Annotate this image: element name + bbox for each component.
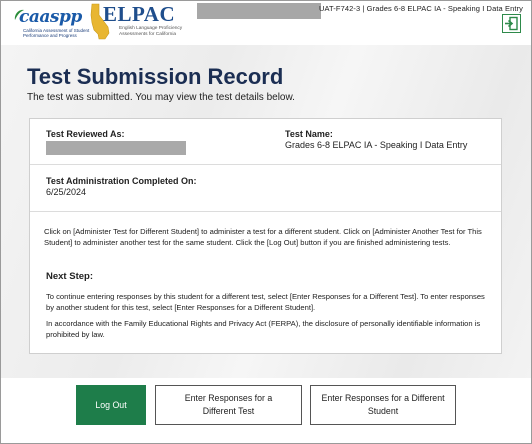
exit-door-icon (505, 16, 518, 31)
logout-button[interactable]: Log Out (76, 385, 146, 425)
admin-completed-value: 6/25/2024 (46, 187, 87, 197)
page-subtitle: The test was submitted. You may view the… (27, 92, 295, 103)
ferpa-notice: In accordance with the Family Educationa… (46, 319, 481, 339)
administration-row: Test Administration Completed On: 6/25/2… (30, 165, 501, 212)
elpac-logo-text: ELPAC (103, 2, 176, 26)
enter-responses-different-test-label: Enter Responses for a Different Test (184, 393, 273, 416)
redacted-reviewer-name (46, 141, 186, 155)
admin-completed-label: Test Administration Completed On: (46, 176, 197, 186)
enter-responses-different-student-label: Enter Responses for a Different Student (321, 393, 445, 416)
test-name-value: Grades 6-8 ELPAC IA - Speaking I Data En… (285, 140, 468, 150)
caaspp-logo-text: caaspp (19, 7, 82, 27)
next-step-heading: Next Step: (46, 271, 93, 282)
test-reviewed-label: Test Reviewed As: (46, 129, 125, 139)
instructions-text: Click on [Administer Test for Different … (44, 227, 482, 247)
elpac-logo: ELPAC English Language Proficiency Asses… (89, 2, 197, 42)
header: caaspp California Assessment of Student … (1, 1, 531, 45)
enter-responses-different-test-button[interactable]: Enter Responses for a Different Test (155, 385, 302, 425)
test-info-row: Test Reviewed As: Test Name: Grades 6-8 … (30, 119, 501, 165)
test-name-label: Test Name: (285, 129, 333, 139)
test-identifier: UAT-F742-3 | Grades 6-8 ELPAC IA - Speak… (318, 4, 523, 13)
elpac-logo-subtitle: English Language Proficiency Assessments… (119, 26, 183, 37)
redacted-user-info (197, 3, 321, 19)
page-title: Test Submission Record (27, 64, 284, 89)
next-step-text: To continue entering responses by this s… (46, 292, 485, 312)
submission-record-card: Test Reviewed As: Test Name: Grades 6-8 … (29, 118, 502, 354)
enter-responses-different-student-button[interactable]: Enter Responses for a Different Student (310, 385, 456, 425)
exit-button[interactable] (502, 14, 521, 33)
caaspp-logo: caaspp California Assessment of Student … (9, 5, 89, 41)
